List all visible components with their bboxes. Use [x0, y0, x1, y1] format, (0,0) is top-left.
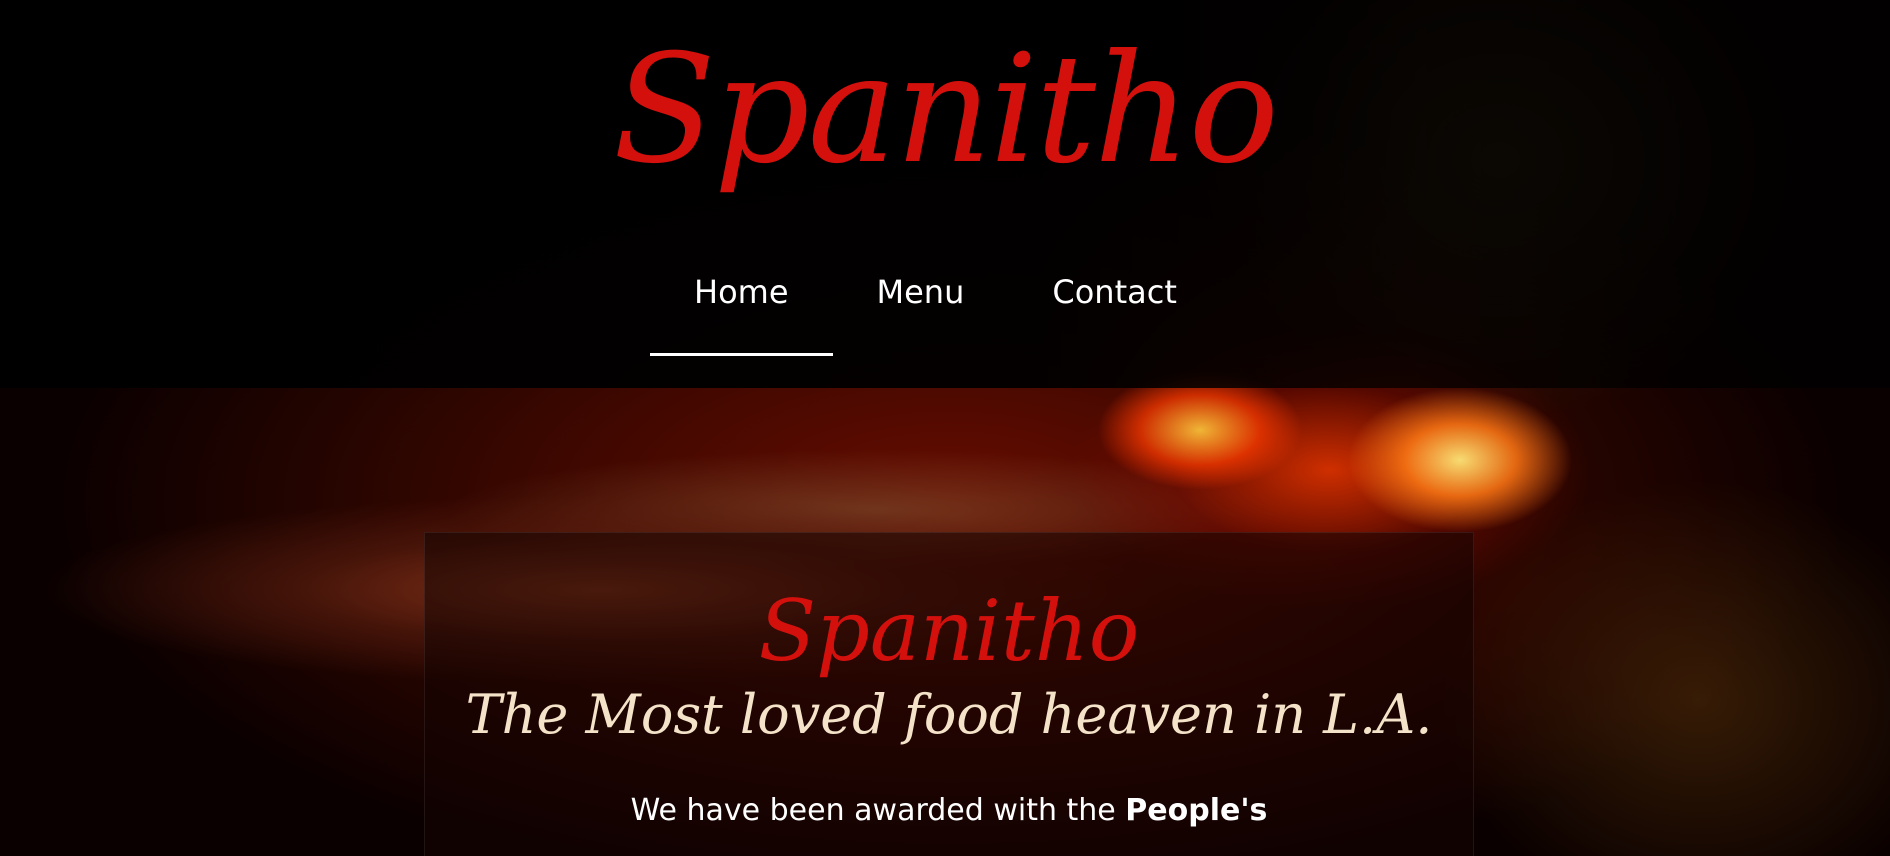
page: Spanitho Home Menu Contact Spanitho The …: [0, 0, 1890, 856]
hero-title: Spanitho: [758, 582, 1140, 680]
nav-item-menu[interactable]: Menu: [833, 260, 1009, 356]
hero-description-lead: We have been awarded with the: [630, 793, 1126, 828]
nav-item-contact[interactable]: Contact: [1008, 260, 1221, 356]
hero-description-bold: People's: [1125, 793, 1268, 828]
hero-subtitle: The Most loved food heaven in L.A.: [465, 683, 1433, 746]
site-logo[interactable]: Spanitho: [0, 10, 1890, 210]
site-header: Spanitho Home Menu Contact: [0, 0, 1890, 388]
hero-description: We have been awarded with the People's: [425, 791, 1473, 831]
main-nav: Home Menu Contact: [650, 260, 1221, 356]
nav-item-home[interactable]: Home: [650, 260, 833, 356]
hero-card: Spanitho The Most loved food heaven in L…: [424, 532, 1474, 856]
